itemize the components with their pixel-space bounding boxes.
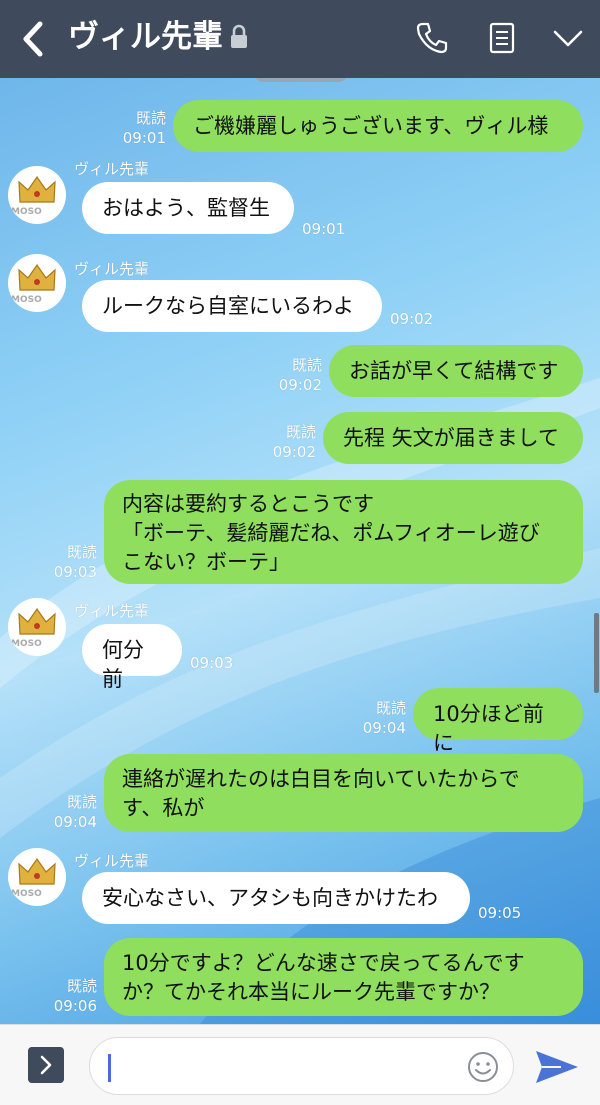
notes-icon[interactable]: [484, 20, 520, 56]
read-receipt: 既読: [66, 977, 97, 995]
avatar[interactable]: MOSO: [8, 598, 66, 656]
avatar-mark: MOSO: [11, 889, 42, 899]
sender-name: ヴィル先輩: [74, 160, 150, 178]
read-receipt: 既読: [66, 793, 97, 811]
message-time: 09:01: [122, 129, 166, 147]
message-incoming: MOSO ヴィル先輩 おはよう、監督生 09:01: [0, 160, 600, 246]
message-outgoing: 既読 09:01 ご機嫌麗しゅうございます、ヴィル様: [0, 100, 600, 154]
avatar-mark: MOSO: [11, 295, 42, 305]
read-receipt: 既読: [285, 423, 316, 441]
read-receipt: 既読: [375, 699, 406, 717]
message-bubble[interactable]: 10分ほど前に: [413, 688, 583, 755]
message-incoming: MOSO ヴィル先輩 安心なさい、アタシも向きかけたわ 09:05: [0, 848, 600, 928]
crown-icon: [18, 607, 56, 635]
chat-title: ヴィル先輩: [68, 19, 223, 55]
message-outgoing: 既読 09:04 10分ほど前に: [0, 688, 600, 755]
message-outgoing: 既読 09:04 連絡が遅れたのは白目を向いていたからで す、私が: [0, 754, 600, 834]
message-bubble[interactable]: 連絡が遅れたのは白目を向いていたからで す、私が: [104, 754, 583, 832]
message-time: 09:03: [53, 563, 97, 581]
message-incoming: MOSO ヴィル先輩 ルークなら自室にいるわよ 09:02: [0, 254, 600, 334]
message-bubble[interactable]: 10分ですよ？どんな速さで戻ってるんです か？てかそれ本当にルーク先輩ですか？: [104, 938, 583, 1016]
crown-icon: [18, 175, 56, 203]
chevron-down-icon[interactable]: [550, 20, 586, 56]
message-time: 09:02: [390, 310, 434, 328]
message-outgoing: 既読 09:03 内容は要約するとこうです 「ボーテ、髪綺麗だね、ポムフィオーレ遊…: [0, 480, 600, 584]
message-bubble[interactable]: おはよう、監督生: [82, 182, 294, 234]
message-incoming: MOSO ヴィル先輩 何分前 09:03: [0, 598, 600, 691]
chat-header: ヴィル先輩: [0, 0, 600, 78]
avatar[interactable]: MOSO: [8, 166, 66, 224]
chat-area[interactable]: 既読 09:01 ご機嫌麗しゅうございます、ヴィル様 MOSO ヴィル先輩 おはよ…: [0, 78, 600, 1024]
message-time: 09:03: [190, 654, 234, 672]
message-bubble[interactable]: 内容は要約するとこうです 「ボーテ、髪綺麗だね、ポムフィオーレ遊び こない？ボー…: [104, 480, 583, 584]
message-time: 09:04: [362, 719, 406, 737]
message-time: 09:02: [278, 376, 322, 394]
message-bubble[interactable]: 何分前: [82, 624, 182, 691]
message-time: 09:06: [53, 997, 97, 1015]
emoji-icon[interactable]: [467, 1051, 499, 1083]
message-time: 09:05: [478, 904, 522, 922]
message-bubble[interactable]: ルークなら自室にいるわよ: [82, 280, 382, 332]
avatar-mark: MOSO: [11, 207, 42, 217]
message-outgoing: 既読 09:06 10分ですよ？どんな速さで戻ってるんです か？てかそれ本当にルー…: [0, 938, 600, 1018]
avatar-mark: MOSO: [11, 639, 42, 649]
message-time: 09:04: [53, 813, 97, 831]
message-outgoing: 既読 09:02 お話が早くて結構です: [0, 345, 600, 399]
send-icon[interactable]: [533, 1047, 581, 1087]
crown-icon: [18, 857, 56, 885]
text-caret: [108, 1054, 111, 1082]
avatar[interactable]: MOSO: [8, 254, 66, 312]
phone-icon[interactable]: [414, 20, 450, 56]
read-receipt: 既読: [66, 543, 97, 561]
message-outgoing: 既読 09:02 先程 矢文が届きまして: [0, 412, 600, 466]
message-bubble[interactable]: 安心なさい、アタシも向きかけたわ: [82, 872, 470, 924]
expand-icon[interactable]: [28, 1047, 64, 1083]
message-bubble[interactable]: 先程 矢文が届きまして: [323, 412, 583, 464]
crown-icon: [18, 263, 56, 291]
back-icon[interactable]: [18, 19, 48, 59]
lock-icon: [231, 24, 247, 48]
read-receipt: 既読: [135, 109, 166, 127]
message-time: 09:02: [272, 443, 316, 461]
message-time: 09:01: [302, 220, 346, 238]
message-input[interactable]: [89, 1037, 514, 1095]
sender-name: ヴィル先輩: [74, 852, 150, 870]
scroll-indicator: [255, 78, 347, 82]
message-bubble[interactable]: ご機嫌麗しゅうございます、ヴィル様: [173, 100, 583, 152]
sender-name: ヴィル先輩: [74, 260, 150, 278]
message-bubble[interactable]: お話が早くて結構です: [329, 345, 583, 397]
message-composer: [0, 1024, 600, 1105]
read-receipt: 既読: [291, 356, 322, 374]
sender-name: ヴィル先輩: [74, 602, 150, 620]
avatar[interactable]: MOSO: [8, 848, 66, 906]
